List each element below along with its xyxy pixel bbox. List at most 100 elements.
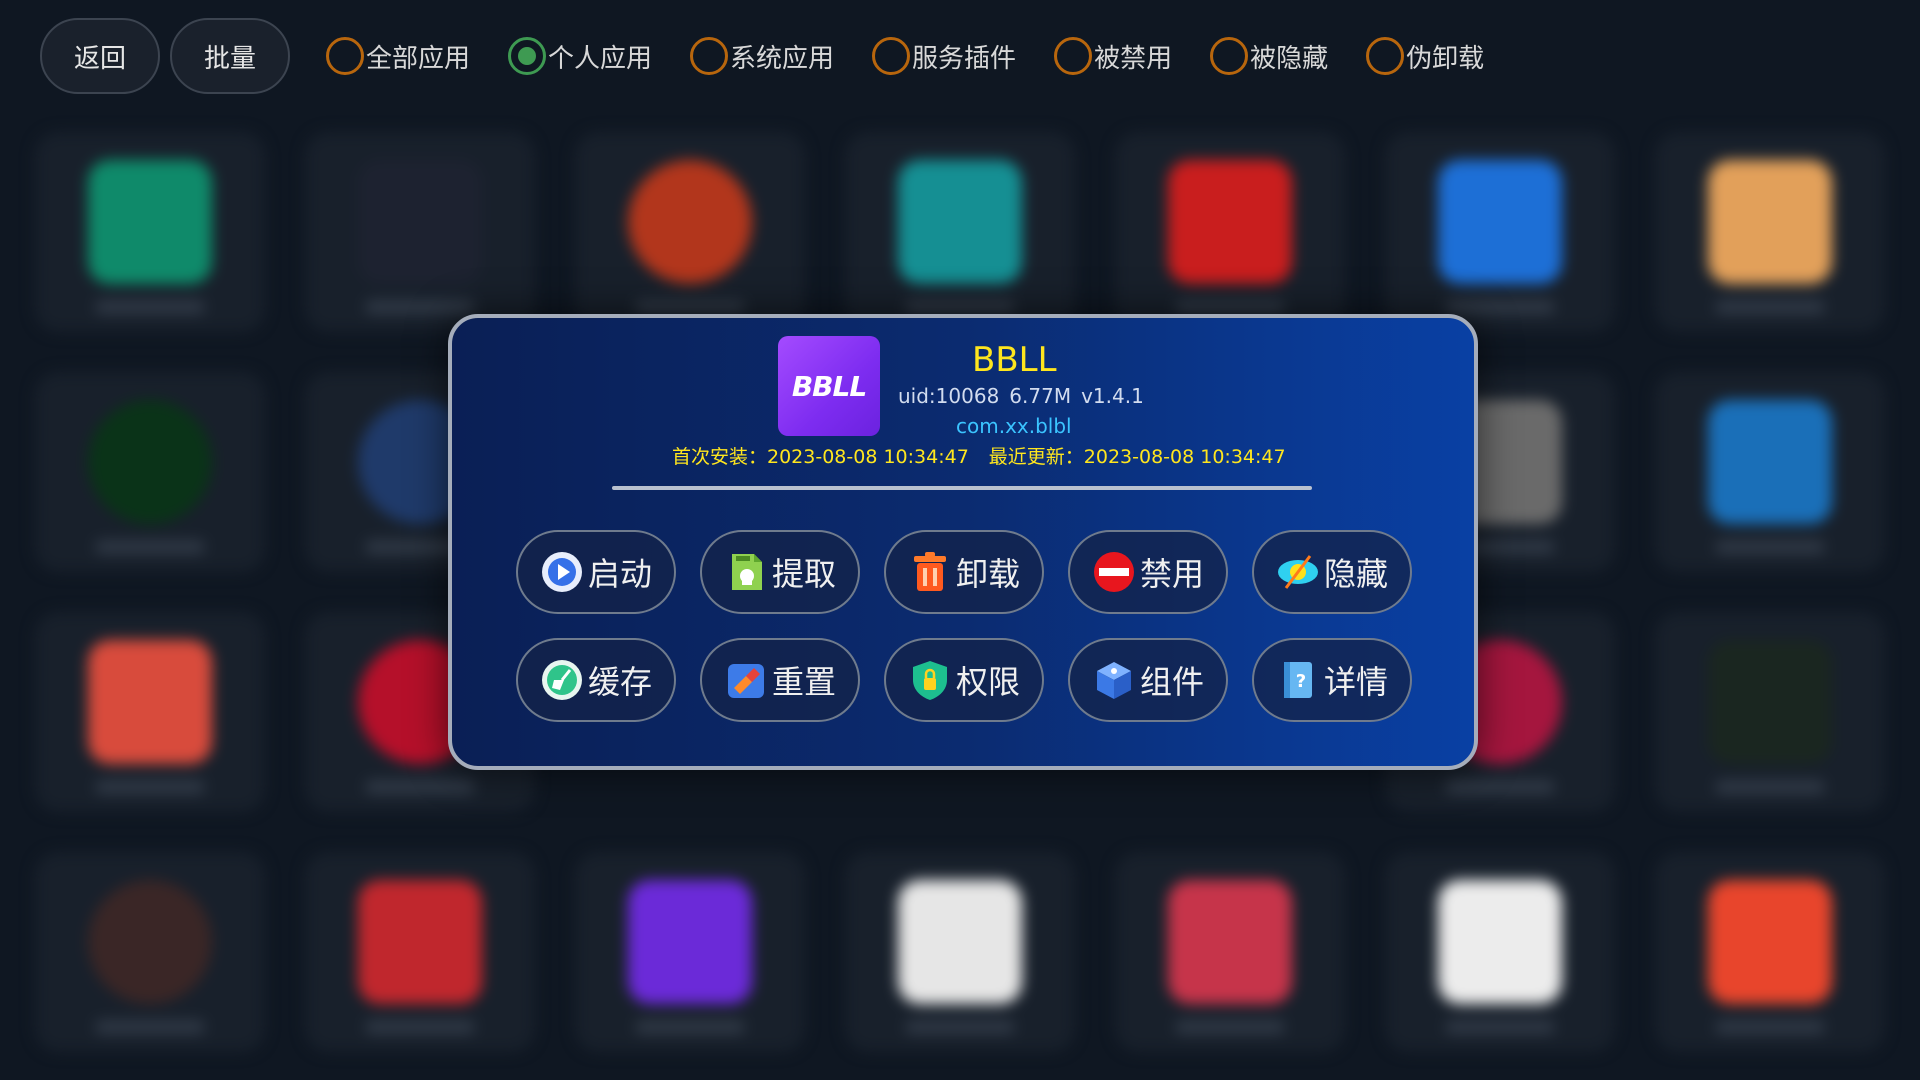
action-label: 启动 (587, 555, 652, 593)
radio-icon[interactable] (1366, 37, 1405, 75)
action-grid: 启动 提取 卸载 禁用 隐藏 缓存 重置 权限 组件 ? 详情 (516, 530, 1416, 722)
radio-icon[interactable] (1054, 37, 1093, 75)
app-label-placeholder (95, 300, 205, 314)
app-tile[interactable] (575, 852, 805, 1052)
radio-icon[interactable] (872, 37, 911, 75)
app-tile[interactable] (1385, 852, 1615, 1052)
filter-service-plugins[interactable]: 服务插件 (872, 37, 1016, 75)
app-icon (1708, 880, 1832, 1004)
app-tile[interactable] (1115, 852, 1345, 1052)
app-label-placeholder (1715, 540, 1825, 554)
extract-button[interactable]: 提取 (700, 530, 860, 614)
filter-system-apps[interactable]: 系统应用 (690, 37, 834, 75)
details-button[interactable]: ? 详情 (1252, 638, 1412, 722)
app-icon (628, 160, 752, 284)
app-label-placeholder (95, 1020, 205, 1034)
app-tile[interactable] (305, 852, 535, 1052)
app-icon (358, 880, 482, 1004)
radio-icon[interactable] (690, 37, 729, 75)
hide-button[interactable]: 隐藏 (1252, 530, 1412, 614)
app-icon (1168, 880, 1292, 1004)
app-label-placeholder (95, 540, 205, 554)
disable-button[interactable]: 禁用 (1068, 530, 1228, 614)
radio-icon[interactable] (326, 37, 364, 75)
first-install-time: 首次安装：2023-08-08 10:34:47 (672, 446, 969, 468)
filter-pseudo-uninstalled[interactable]: 伪卸载 (1366, 37, 1484, 75)
action-label: 详情 (1323, 663, 1388, 701)
app-label-placeholder (1445, 300, 1555, 314)
eye-hidden-icon (1276, 550, 1320, 594)
app-tile[interactable] (35, 372, 265, 572)
filter-all-apps[interactable]: 全部应用 (326, 37, 470, 75)
app-icon (1438, 160, 1562, 284)
action-label: 重置 (771, 663, 836, 701)
app-tile[interactable] (575, 132, 805, 332)
launch-button[interactable]: 启动 (516, 530, 676, 614)
no-entry-icon (1092, 550, 1136, 594)
filter-disabled[interactable]: 被禁用 (1054, 37, 1172, 75)
app-icon (88, 640, 212, 764)
top-toolbar: 返回 批量 全部应用 个人应用 系统应用 服务插件 被禁用 被隐藏 伪卸载 (0, 0, 1920, 112)
app-label-placeholder (635, 1020, 745, 1034)
filter-label: 服务插件 (912, 43, 1017, 74)
action-label: 缓存 (587, 663, 652, 701)
app-label-placeholder (635, 300, 745, 314)
app-label-placeholder (905, 1020, 1015, 1034)
app-tile[interactable] (35, 132, 265, 332)
app-label-placeholder (1445, 1020, 1555, 1034)
app-label-placeholder (95, 780, 205, 794)
components-button[interactable]: 组件 (1068, 638, 1228, 722)
radio-icon[interactable] (1210, 37, 1249, 75)
divider (612, 486, 1312, 490)
app-label-placeholder (1175, 300, 1285, 314)
filter-hidden[interactable]: 被隐藏 (1210, 37, 1328, 75)
app-icon (1168, 160, 1292, 284)
filter-label: 个人应用 (548, 43, 653, 74)
app-label-placeholder (365, 300, 475, 314)
play-icon (540, 550, 584, 594)
filter-personal-apps[interactable]: 个人应用 (508, 37, 652, 75)
trash-icon (908, 550, 952, 594)
filter-label: 被隐藏 (1250, 43, 1329, 74)
action-label: 组件 (1139, 663, 1204, 701)
uninstall-button[interactable]: 卸载 (884, 530, 1044, 614)
app-tile[interactable] (1385, 132, 1615, 332)
app-label-placeholder (1715, 780, 1825, 794)
app-icon (88, 160, 212, 284)
app-icon (1438, 880, 1562, 1004)
app-package-name: com.xx.blbl (956, 414, 1072, 438)
app-icon (898, 880, 1022, 1004)
reset-button[interactable]: 重置 (700, 638, 860, 722)
permission-button[interactable]: 权限 (884, 638, 1044, 722)
app-icon (628, 880, 752, 1004)
action-label: 权限 (955, 663, 1020, 701)
app-tile[interactable] (1655, 852, 1885, 1052)
shield-lock-icon (908, 658, 952, 702)
app-label-placeholder (1175, 1020, 1285, 1034)
app-logo: BBLL (778, 336, 880, 436)
app-tile[interactable] (1655, 372, 1885, 572)
app-tile[interactable] (1655, 132, 1885, 332)
app-tile[interactable] (845, 852, 1075, 1052)
app-label-placeholder (1715, 1020, 1825, 1034)
app-icon (898, 160, 1022, 284)
component-box-icon (1092, 658, 1136, 702)
cache-button[interactable]: 缓存 (516, 638, 676, 722)
app-size: 6.77M (1009, 384, 1072, 408)
app-label-placeholder (365, 780, 475, 794)
app-tile[interactable] (1115, 132, 1345, 332)
app-tile[interactable] (35, 612, 265, 812)
batch-button[interactable]: 批量 (170, 18, 290, 94)
app-icon (88, 880, 212, 1004)
app-tile[interactable] (305, 132, 535, 332)
app-tile[interactable] (1655, 612, 1885, 812)
action-label: 提取 (771, 555, 836, 593)
radio-checked-icon[interactable] (508, 37, 547, 75)
app-tile[interactable] (35, 852, 265, 1052)
svg-text:?: ? (1296, 671, 1306, 692)
app-tile[interactable] (845, 132, 1075, 332)
app-label-placeholder (905, 300, 1015, 314)
back-button[interactable]: 返回 (40, 18, 160, 94)
action-label: 卸载 (955, 555, 1020, 593)
app-label-placeholder (1445, 780, 1555, 794)
